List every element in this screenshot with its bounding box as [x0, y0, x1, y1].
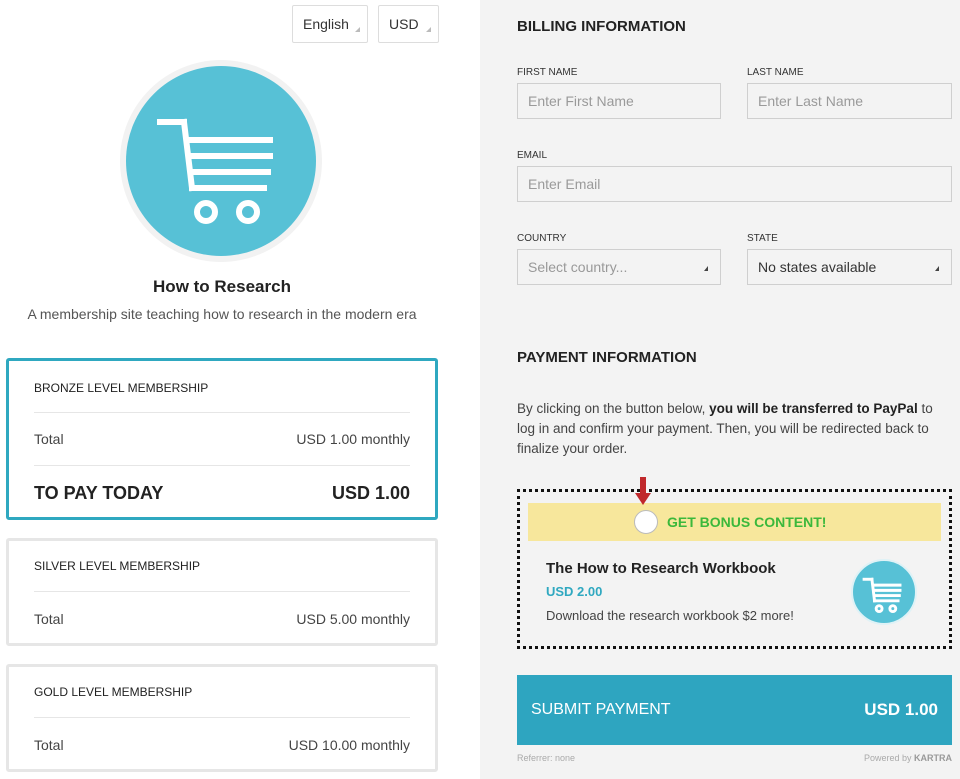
billing-heading: BILLING INFORMATION	[517, 18, 686, 35]
divider	[34, 717, 410, 718]
plan-name: BRONZE LEVEL MEMBERSHIP	[34, 381, 209, 395]
payment-text-start: By clicking on the button below,	[517, 401, 710, 416]
currency-value: USD	[389, 16, 419, 32]
last-name-label: LAST NAME	[747, 67, 804, 78]
divider	[34, 412, 410, 413]
plan-card-gold[interactable]: GOLD LEVEL MEMBERSHIP Total USD 10.00 mo…	[6, 664, 438, 772]
plan-total-label: Total	[34, 431, 64, 447]
powered-by-prefix: Powered by	[863, 753, 914, 763]
product-description: A membership site teaching how to resear…	[27, 306, 417, 322]
country-value: Select country...	[528, 259, 628, 275]
arrow-down-icon	[635, 477, 651, 505]
submit-amount: USD 1.00	[864, 700, 938, 719]
dropdown-arrow-icon	[426, 27, 431, 32]
first-name-input[interactable]	[528, 93, 710, 109]
language-select[interactable]: English	[292, 5, 368, 43]
email-field[interactable]	[517, 166, 952, 202]
plan-total-value: USD 10.00 monthly	[288, 737, 410, 753]
powered-by-brand: KARTRA	[914, 753, 952, 763]
last-name-field[interactable]	[747, 83, 952, 119]
last-name-input[interactable]	[758, 93, 941, 109]
bonus-cta-label: GET BONUS CONTENT!	[667, 514, 827, 530]
submit-label: SUBMIT PAYMENT	[531, 701, 671, 718]
dropdown-arrow-icon	[935, 266, 939, 271]
country-select[interactable]: Select country...	[517, 249, 721, 285]
bonus-offer-box: GET BONUS CONTENT! The How to Research W…	[517, 477, 952, 649]
pay-today-value: USD 1.00	[331, 483, 410, 503]
divider	[34, 465, 410, 466]
state-value: No states available	[758, 259, 877, 275]
payment-instructions: By clicking on the button below, you wil…	[517, 399, 952, 459]
state-label: STATE	[747, 233, 778, 244]
state-select[interactable]: No states available	[747, 249, 952, 285]
plan-total-value: USD 1.00 monthly	[296, 431, 410, 447]
dropdown-arrow-icon	[704, 266, 708, 271]
bonus-cta-bar[interactable]: GET BONUS CONTENT!	[528, 503, 941, 541]
payment-text-bold: you will be transferred to PayPal	[709, 401, 918, 416]
language-value: English	[303, 16, 349, 32]
plan-total-label: Total	[34, 611, 64, 627]
product-logo	[126, 66, 316, 256]
referrer-text: Referrer: none	[517, 753, 576, 763]
divider	[34, 591, 410, 592]
bonus-price: USD 2.00	[546, 584, 603, 599]
order-summary-panel: English USD How to Research A membership…	[0, 0, 480, 779]
shopping-cart-icon	[862, 577, 902, 614]
bonus-product-logo	[851, 559, 917, 625]
payment-heading: PAYMENT INFORMATION	[517, 349, 697, 366]
country-label: COUNTRY	[517, 233, 567, 244]
plan-total-label: Total	[34, 737, 64, 753]
first-name-label: FIRST NAME	[517, 67, 578, 78]
submit-payment-button[interactable]: SUBMIT PAYMENT USD 1.00	[517, 675, 952, 745]
checkout-form-panel: BILLING INFORMATION FIRST NAME LAST NAME…	[480, 0, 960, 779]
bonus-radio[interactable]	[634, 510, 658, 534]
plan-name: GOLD LEVEL MEMBERSHIP	[34, 685, 193, 699]
shopping-cart-icon	[157, 118, 273, 224]
plan-total-value: USD 5.00 monthly	[296, 611, 410, 627]
bonus-description: Download the research workbook $2 more!	[546, 608, 794, 623]
bonus-title: The How to Research Workbook	[546, 560, 776, 577]
plan-card-bronze[interactable]: BRONZE LEVEL MEMBERSHIP Total USD 1.00 m…	[6, 358, 438, 520]
plan-name: SILVER LEVEL MEMBERSHIP	[34, 559, 201, 573]
currency-select[interactable]: USD	[378, 5, 439, 43]
plan-card-silver[interactable]: SILVER LEVEL MEMBERSHIP Total USD 5.00 m…	[6, 538, 438, 646]
email-label: EMAIL	[517, 150, 548, 161]
first-name-field[interactable]	[517, 83, 721, 119]
pay-today-label: TO PAY TODAY	[34, 483, 164, 503]
email-input[interactable]	[528, 176, 941, 192]
dropdown-arrow-icon	[355, 27, 360, 32]
product-title: How to Research	[153, 277, 291, 296]
powered-by: Powered by KARTRA	[864, 753, 952, 763]
